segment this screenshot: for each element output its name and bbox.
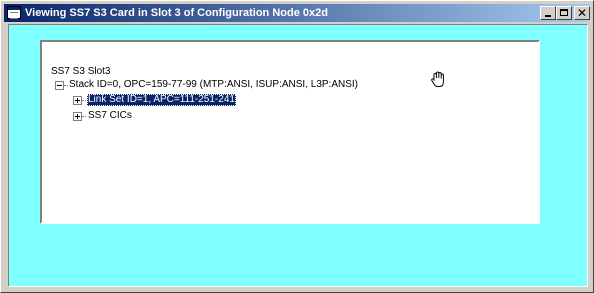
tree-connector <box>82 100 86 102</box>
tree-node-cics[interactable]: SS7 CICs <box>88 110 132 122</box>
maximize-button[interactable] <box>556 6 572 20</box>
close-button[interactable]: ✕ <box>574 6 590 20</box>
tree-node-stack[interactable]: Stack ID=0, OPC=159-77-99 (MTP:ANSI, ISU… <box>69 79 358 91</box>
window-title: Viewing SS7 S3 Card in Slot 3 of Configu… <box>25 7 328 19</box>
tree-node-link-set[interactable]: Link Set ID=1, APC=111-251-241 <box>87 94 236 106</box>
expand-icon[interactable] <box>73 112 82 121</box>
tree-view[interactable]: SS7 S3 Slot3 Stack ID=0, OPC=159-77-99 (… <box>40 40 540 224</box>
minimize-button[interactable] <box>540 6 556 20</box>
close-icon: ✕ <box>576 6 588 20</box>
expand-icon[interactable] <box>73 96 82 105</box>
main-window: Viewing SS7 S3 Card in Slot 3 of Configu… <box>0 0 594 293</box>
window-icon[interactable] <box>7 6 21 19</box>
tree-connector <box>64 85 68 87</box>
maximize-icon <box>560 9 568 16</box>
tree-connector <box>82 116 86 118</box>
tree-root-label[interactable]: SS7 S3 Slot3 <box>51 66 110 78</box>
title-bar[interactable]: Viewing SS7 S3 Card in Slot 3 of Configu… <box>4 4 590 22</box>
collapse-icon[interactable] <box>55 81 64 90</box>
hand-cursor-icon <box>431 71 444 87</box>
minimize-icon <box>545 15 551 17</box>
